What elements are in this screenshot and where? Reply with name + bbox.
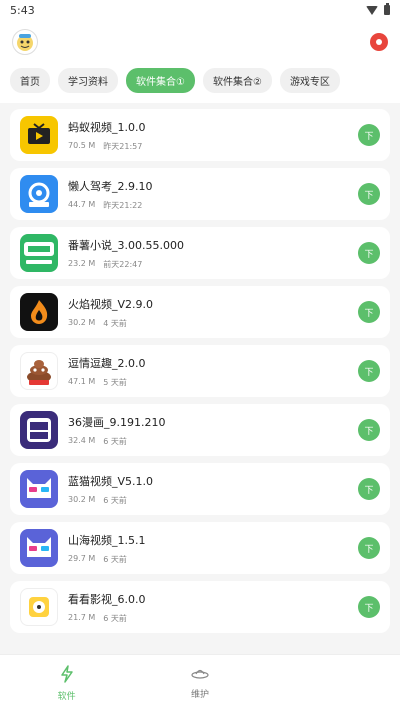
status-time: 5:43 — [10, 3, 35, 17]
app-time: 6 天前 — [103, 495, 127, 505]
list-item[interactable]: 看看影视_6.0.0 21.7 M 6 天前 下 — [10, 581, 390, 633]
app-size: 21.7 M — [68, 612, 96, 622]
app-name: 蚂蚁视频_1.0.0 — [68, 120, 146, 134]
list-item[interactable]: 蚂蚁视频_1.0.0 70.5 M 昨天21:57 下 — [10, 109, 390, 161]
app-list: 蚂蚁视频_1.0.0 70.5 M 昨天21:57 下 懒人驾考_2.9.10 4… — [0, 103, 400, 633]
app-size: 30.2 M — [68, 317, 96, 327]
cartoon-avatar-icon — [17, 34, 33, 51]
battery-icon — [384, 3, 390, 15]
app-time: 6 天前 — [103, 554, 127, 564]
list-item[interactable]: 蓝猫视频_V5.1.0 30.2 M 6 天前 下 — [10, 463, 390, 515]
app-size: 23.2 M — [68, 258, 96, 268]
list-item[interactable]: 火焰视频_V2.9.0 30.2 M 4 天前 下 — [10, 286, 390, 338]
cat-glasses-icon — [20, 529, 58, 567]
avatar[interactable] — [12, 29, 38, 55]
app-size: 44.7 M — [68, 199, 96, 209]
free-novel-icon — [20, 234, 58, 272]
list-item[interactable]: 番薯小说_3.00.55.000 23.2 M 前天22:47 下 — [10, 227, 390, 279]
bolt-icon — [60, 665, 73, 683]
download-button[interactable]: 下 — [358, 124, 380, 146]
app-size: 47.1 M — [68, 376, 96, 386]
app-time: 6 天前 — [103, 613, 127, 623]
nav-label: 软件 — [57, 692, 76, 702]
status-icons — [366, 3, 390, 15]
nav-software[interactable]: 软件 — [0, 655, 133, 712]
app-name: 看看影视_6.0.0 — [68, 592, 146, 606]
tab-study[interactable]: 学习资料 — [58, 68, 118, 93]
tab-software-1[interactable]: 软件集合① — [126, 68, 195, 93]
record-icon[interactable] — [370, 33, 388, 51]
ufo-icon — [191, 669, 209, 679]
download-button[interactable]: 下 — [358, 183, 380, 205]
download-button[interactable]: 下 — [358, 478, 380, 500]
app-header — [0, 20, 400, 64]
film-reel-icon — [20, 588, 58, 626]
tab-software-2[interactable]: 软件集合② — [202, 68, 272, 93]
app-time: 昨天21:22 — [103, 200, 143, 210]
app-time: 6 天前 — [103, 436, 127, 446]
app-name: 36漫画_9.191.210 — [68, 415, 166, 429]
emoji-poop-icon — [20, 352, 58, 390]
bottom-navigation: 软件 维护 — [0, 654, 400, 712]
download-button[interactable]: 下 — [358, 242, 380, 264]
app-name: 懒人驾考_2.9.10 — [68, 179, 153, 193]
list-item[interactable]: 山海视频_1.5.1 29.7 M 6 天前 下 — [10, 522, 390, 574]
comic-36-icon — [20, 411, 58, 449]
status-bar: 5:43 — [0, 0, 400, 20]
nav-empty — [267, 655, 400, 712]
steering-wheel-icon — [20, 175, 58, 213]
download-button[interactable]: 下 — [358, 537, 380, 559]
app-name: 番薯小说_3.00.55.000 — [68, 238, 184, 252]
list-item[interactable]: 逗情逗趣_2.0.0 47.1 M 5 天前 下 — [10, 345, 390, 397]
wifi-icon — [366, 5, 378, 15]
list-item[interactable]: 懒人驾考_2.9.10 44.7 M 昨天21:22 下 — [10, 168, 390, 220]
download-button[interactable]: 下 — [358, 419, 380, 441]
app-time: 5 天前 — [103, 377, 127, 387]
app-size: 70.5 M — [68, 140, 96, 150]
app-time: 前天22:47 — [103, 259, 143, 269]
tv-icon — [20, 116, 58, 154]
app-name: 山海视频_1.5.1 — [68, 533, 146, 547]
download-button[interactable]: 下 — [358, 301, 380, 323]
app-size: 29.7 M — [68, 553, 96, 563]
blue-cat-icon — [20, 470, 58, 508]
list-item[interactable]: 36漫画_9.191.210 32.4 M 6 天前 下 — [10, 404, 390, 456]
download-button[interactable]: 下 — [358, 360, 380, 382]
app-name: 火焰视频_V2.9.0 — [68, 297, 154, 311]
tab-games[interactable]: 游戏专区 — [279, 68, 340, 93]
nav-label: 维护 — [190, 690, 209, 700]
app-time: 4 天前 — [103, 318, 127, 328]
app-size: 30.2 M — [68, 494, 96, 504]
download-button[interactable]: 下 — [358, 596, 380, 618]
tab-home[interactable]: 首页 — [10, 68, 50, 93]
app-name: 蓝猫视频_V5.1.0 — [68, 474, 154, 488]
app-size: 32.4 M — [68, 435, 96, 445]
category-tabs: 首页 学习资料 软件集合① 软件集合② 游戏专区 — [0, 64, 400, 103]
app-name: 逗情逗趣_2.0.0 — [68, 356, 146, 370]
flame-icon — [20, 293, 58, 331]
app-time: 昨天21:57 — [103, 141, 143, 151]
nav-maintenance[interactable]: 维护 — [133, 655, 266, 712]
